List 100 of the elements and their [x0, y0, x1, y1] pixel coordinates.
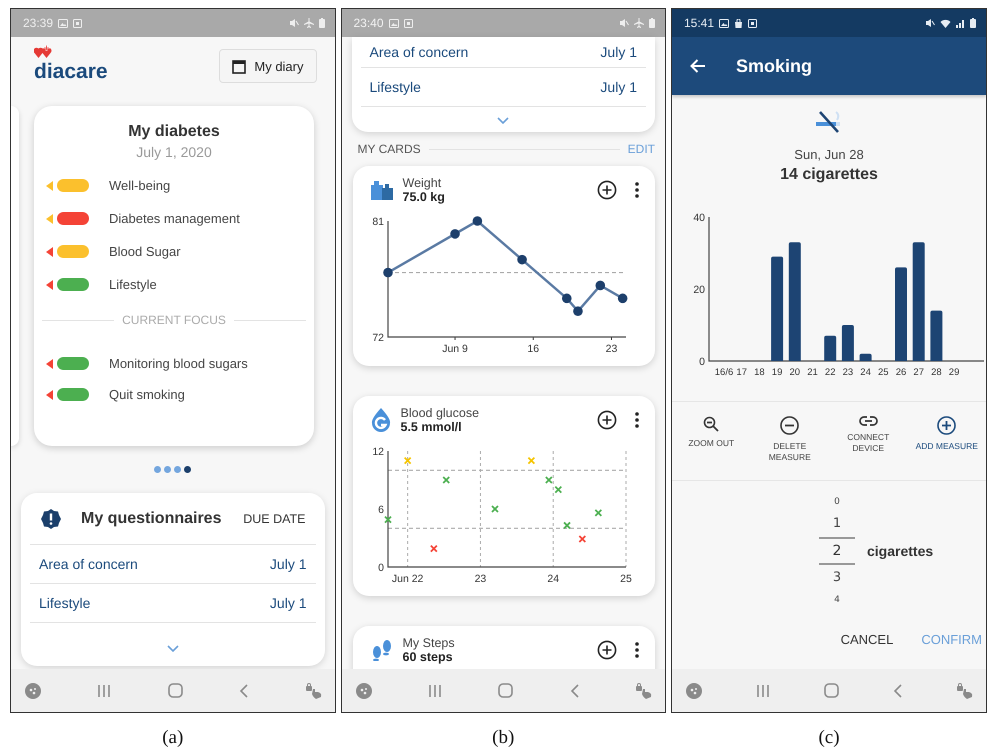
tick-label: 6 — [378, 504, 384, 516]
status-label: Well-being — [109, 178, 170, 193]
card-date: July 1, 2020 — [136, 143, 212, 162]
tick-label: 25 — [620, 573, 632, 585]
touch-lock-icon[interactable] — [956, 682, 974, 698]
action-button[interactable]: ADD MEASURE — [908, 402, 986, 480]
cross-marker — [442, 476, 450, 484]
questionnaire-row[interactable]: Lifestyle July 1 — [30, 584, 316, 623]
diary-button[interactable]: My diary — [219, 49, 316, 83]
recents-icon[interactable] — [756, 684, 770, 696]
add-icon[interactable] — [597, 640, 617, 660]
status-label: Blood Sugar — [109, 244, 181, 259]
airplane-icon — [304, 18, 314, 28]
data-point — [595, 280, 605, 290]
questionnaire-name: Lifestyle — [370, 79, 421, 95]
page-dot[interactable] — [164, 466, 172, 473]
picker-value[interactable]: 2 — [819, 537, 855, 565]
cross-marker — [578, 535, 586, 543]
questionnaire-name: Area of concern — [39, 556, 138, 572]
tick-label: 22 — [824, 367, 836, 378]
figure-caption: (b) — [492, 727, 514, 749]
status-label: Quit smoking — [109, 387, 185, 402]
recents-icon[interactable] — [97, 684, 112, 696]
picker-value[interactable]: 0 — [819, 493, 855, 511]
more-options-icon[interactable] — [635, 182, 639, 198]
touch-lock-icon[interactable] — [304, 682, 322, 698]
data-point — [561, 294, 572, 304]
column-heading: DUE DATE — [243, 512, 306, 526]
questionnaire-name: Lifestyle — [39, 595, 90, 611]
tick-label: 16 — [526, 343, 539, 355]
touch-lock-icon[interactable] — [635, 682, 653, 698]
card-value: 5.5 mmol/l — [400, 420, 463, 434]
recents-icon[interactable] — [428, 684, 442, 696]
add-icon[interactable] — [597, 180, 617, 200]
section-heading: MY CARDS — [358, 142, 421, 156]
status-label: Lifestyle — [109, 277, 157, 292]
chevron-down-icon[interactable] — [497, 117, 510, 124]
picker-value[interactable]: 3 — [819, 565, 855, 591]
home-icon[interactable] — [168, 683, 183, 698]
battery-icon — [970, 18, 976, 28]
no-smoking-icon — [816, 111, 842, 133]
add-icon[interactable] — [597, 410, 617, 430]
due-date: July 1 — [270, 595, 306, 611]
battery-icon — [318, 18, 324, 28]
action-button[interactable]: CONNECT DEVICE — [829, 402, 908, 480]
alert-badge-icon — [41, 508, 61, 528]
more-options-icon[interactable] — [635, 412, 639, 428]
picker-value[interactable]: 1 — [819, 511, 855, 537]
status-time: 23:40 — [354, 16, 384, 30]
questionnaire-name: Area of concern — [370, 44, 468, 60]
figure-caption: (a) — [162, 727, 184, 749]
tick-label: Jun 9 — [442, 343, 468, 355]
data-point — [450, 229, 460, 239]
questionnaire-row[interactable]: Area of concern July 1 — [360, 37, 646, 68]
hearts-logo-icon — [34, 45, 52, 59]
card-title: My questionnaires — [81, 510, 222, 528]
page-dot[interactable] — [154, 466, 162, 473]
back-icon[interactable] — [570, 684, 579, 698]
questionnaire-row[interactable]: Area of concern July 1 — [30, 545, 316, 584]
home-icon[interactable] — [824, 683, 839, 698]
cancel-button[interactable]: CANCEL — [840, 632, 894, 646]
due-date: July 1 — [600, 79, 637, 95]
data-point — [617, 294, 627, 304]
game-icon[interactable] — [25, 682, 41, 698]
image-icon — [58, 18, 68, 28]
square-icon — [404, 18, 413, 28]
action-button[interactable]: ZOOM OUT — [672, 402, 750, 480]
tick-label: 28 — [931, 367, 942, 378]
battery-icon — [649, 18, 655, 28]
home-icon[interactable] — [498, 683, 514, 698]
questionnaire-row[interactable]: Lifestyle July 1 — [360, 68, 646, 107]
bag-icon — [734, 18, 744, 28]
bar — [842, 325, 854, 361]
picker-value[interactable]: 4 — [819, 591, 855, 609]
tick-label: 24 — [546, 573, 559, 585]
card-title: My Steps — [402, 636, 456, 650]
action-button[interactable]: DELETE MEASURE — [750, 402, 829, 480]
blood-drop-icon — [370, 408, 390, 432]
back-icon[interactable] — [893, 684, 902, 698]
back-icon[interactable] — [239, 684, 248, 698]
link-icon — [858, 416, 878, 426]
page-dot[interactable] — [174, 466, 182, 473]
unit-label: cigarettes — [867, 543, 934, 559]
tick-label: 12 — [372, 446, 384, 458]
more-options-icon[interactable] — [635, 642, 639, 658]
bar — [824, 336, 836, 361]
tick-label: 40 — [693, 212, 705, 224]
status-time: 15:41 — [684, 16, 714, 30]
chevron-down-icon[interactable] — [166, 645, 179, 652]
card-title: My diabetes — [128, 122, 220, 142]
tick-label: 0 — [699, 356, 705, 368]
mute-icon — [619, 18, 629, 28]
game-icon[interactable] — [686, 682, 702, 698]
footprints-icon — [370, 639, 392, 661]
square-icon — [73, 18, 82, 28]
page-dot[interactable] — [184, 466, 192, 473]
cross-marker — [403, 456, 412, 465]
game-icon[interactable] — [356, 682, 372, 698]
back-arrow-icon[interactable] — [690, 59, 706, 73]
signal-icon — [956, 18, 965, 28]
